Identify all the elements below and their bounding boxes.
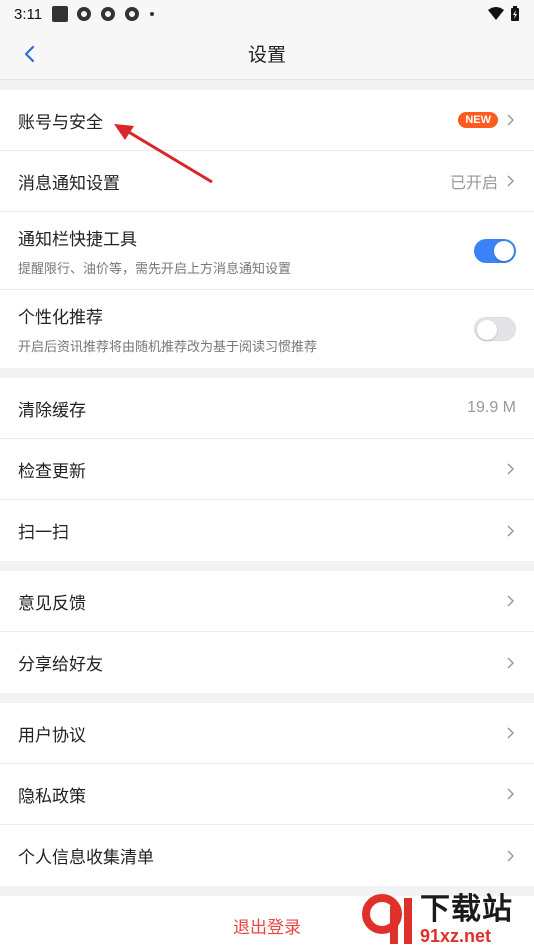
notification-status: 已开启 [449,175,498,192]
chevron-right-icon [507,114,515,126]
chevron-right-icon [507,463,515,475]
notification-icon [52,6,69,22]
account-security-label: 账号与安全 [18,112,103,132]
settings-group-account: 账号与安全 NEW 消息通知设置 已开启 通知栏快捷工具 提醒限行、油价等，需先… [0,90,534,368]
chevron-right-icon [507,656,515,669]
battery-icon [511,6,519,21]
shortcut-tools-row: 通知栏快捷工具 提醒限行、油价等，需先开启上方消息通知设置 [0,212,534,290]
new-badge: NEW [458,112,498,128]
privacy-policy-label: 隐私政策 [18,786,86,806]
user-agreement-row[interactable]: 用户协议 [0,703,534,764]
account-security-row[interactable]: 账号与安全 NEW [0,90,534,151]
personal-info-list-label: 个人信息收集清单 [18,848,154,867]
chevron-right-icon [507,788,515,800]
personalized-recommend-row: 个性化推荐 开启后资讯推荐将由随机推荐改为基于阅读习惯推荐 [0,290,534,368]
share-label: 分享给好友 [18,655,103,674]
toggle-knob [477,320,497,340]
section-gap [0,693,534,703]
app-notification-icon [125,7,140,21]
settings-group-legal: 用户协议 隐私政策 个人信息收集清单 [0,703,534,886]
chevron-right-icon [507,727,515,739]
status-bar: 3:11 [0,0,534,28]
check-update-label: 检查更新 [18,461,86,481]
shortcut-tools-label: 通知栏快捷工具 [18,229,137,249]
page-title: 设置 [247,45,286,66]
shortcut-tools-desc: 提醒限行、油价等，需先开启上方消息通知设置 [18,260,292,276]
watermark-brand: 下载站 [420,893,513,926]
watermark: 下载站 91xz.net [360,890,530,950]
scan-row[interactable]: 扫一扫 [0,500,534,561]
shortcut-tools-toggle[interactable] [474,238,516,263]
toggle-knob [494,240,514,261]
user-agreement-label: 用户协议 [18,725,86,745]
more-dot-icon [150,12,155,16]
feedback-row[interactable]: 意见反馈 [0,571,534,632]
notification-settings-label: 消息通知设置 [18,173,120,193]
notification-settings-row[interactable]: 消息通知设置 已开启 [0,151,534,212]
scan-label: 扫一扫 [18,523,69,542]
section-gap [0,368,534,378]
nav-bar: 设置 [0,28,534,80]
chevron-right-icon [507,849,515,862]
watermark-url: 91xz.net [420,926,492,946]
check-update-row[interactable]: 检查更新 [0,439,534,500]
watermark-logo-icon [362,894,412,944]
app-notification-icon [77,7,92,21]
chevron-right-icon [507,175,515,187]
wifi-icon [488,7,504,20]
feedback-label: 意见反馈 [18,593,86,613]
chevron-right-icon [507,524,515,537]
settings-group-tools: 清除缓存 19.9 M 检查更新 扫一扫 [0,378,534,561]
status-time: 3:11 [14,5,43,23]
personal-info-list-row[interactable]: 个人信息收集清单 [0,825,534,886]
privacy-policy-row[interactable]: 隐私政策 [0,764,534,825]
section-gap [0,561,534,571]
share-row[interactable]: 分享给好友 [0,632,534,693]
clear-cache-row[interactable]: 清除缓存 19.9 M [0,378,534,439]
cache-size: 19.9 M [467,399,516,416]
chevron-right-icon [507,595,515,607]
clear-cache-label: 清除缓存 [18,400,86,420]
section-gap [0,80,534,90]
personalized-recommend-desc: 开启后资讯推荐将由随机推荐改为基于阅读习惯推荐 [18,339,318,354]
app-notification-icon [101,7,116,21]
personalized-recommend-label: 个性化推荐 [18,308,103,327]
settings-group-feedback: 意见反馈 分享给好友 [0,571,534,693]
personalized-recommend-toggle[interactable] [474,317,516,341]
back-arrow-icon[interactable] [18,42,42,66]
